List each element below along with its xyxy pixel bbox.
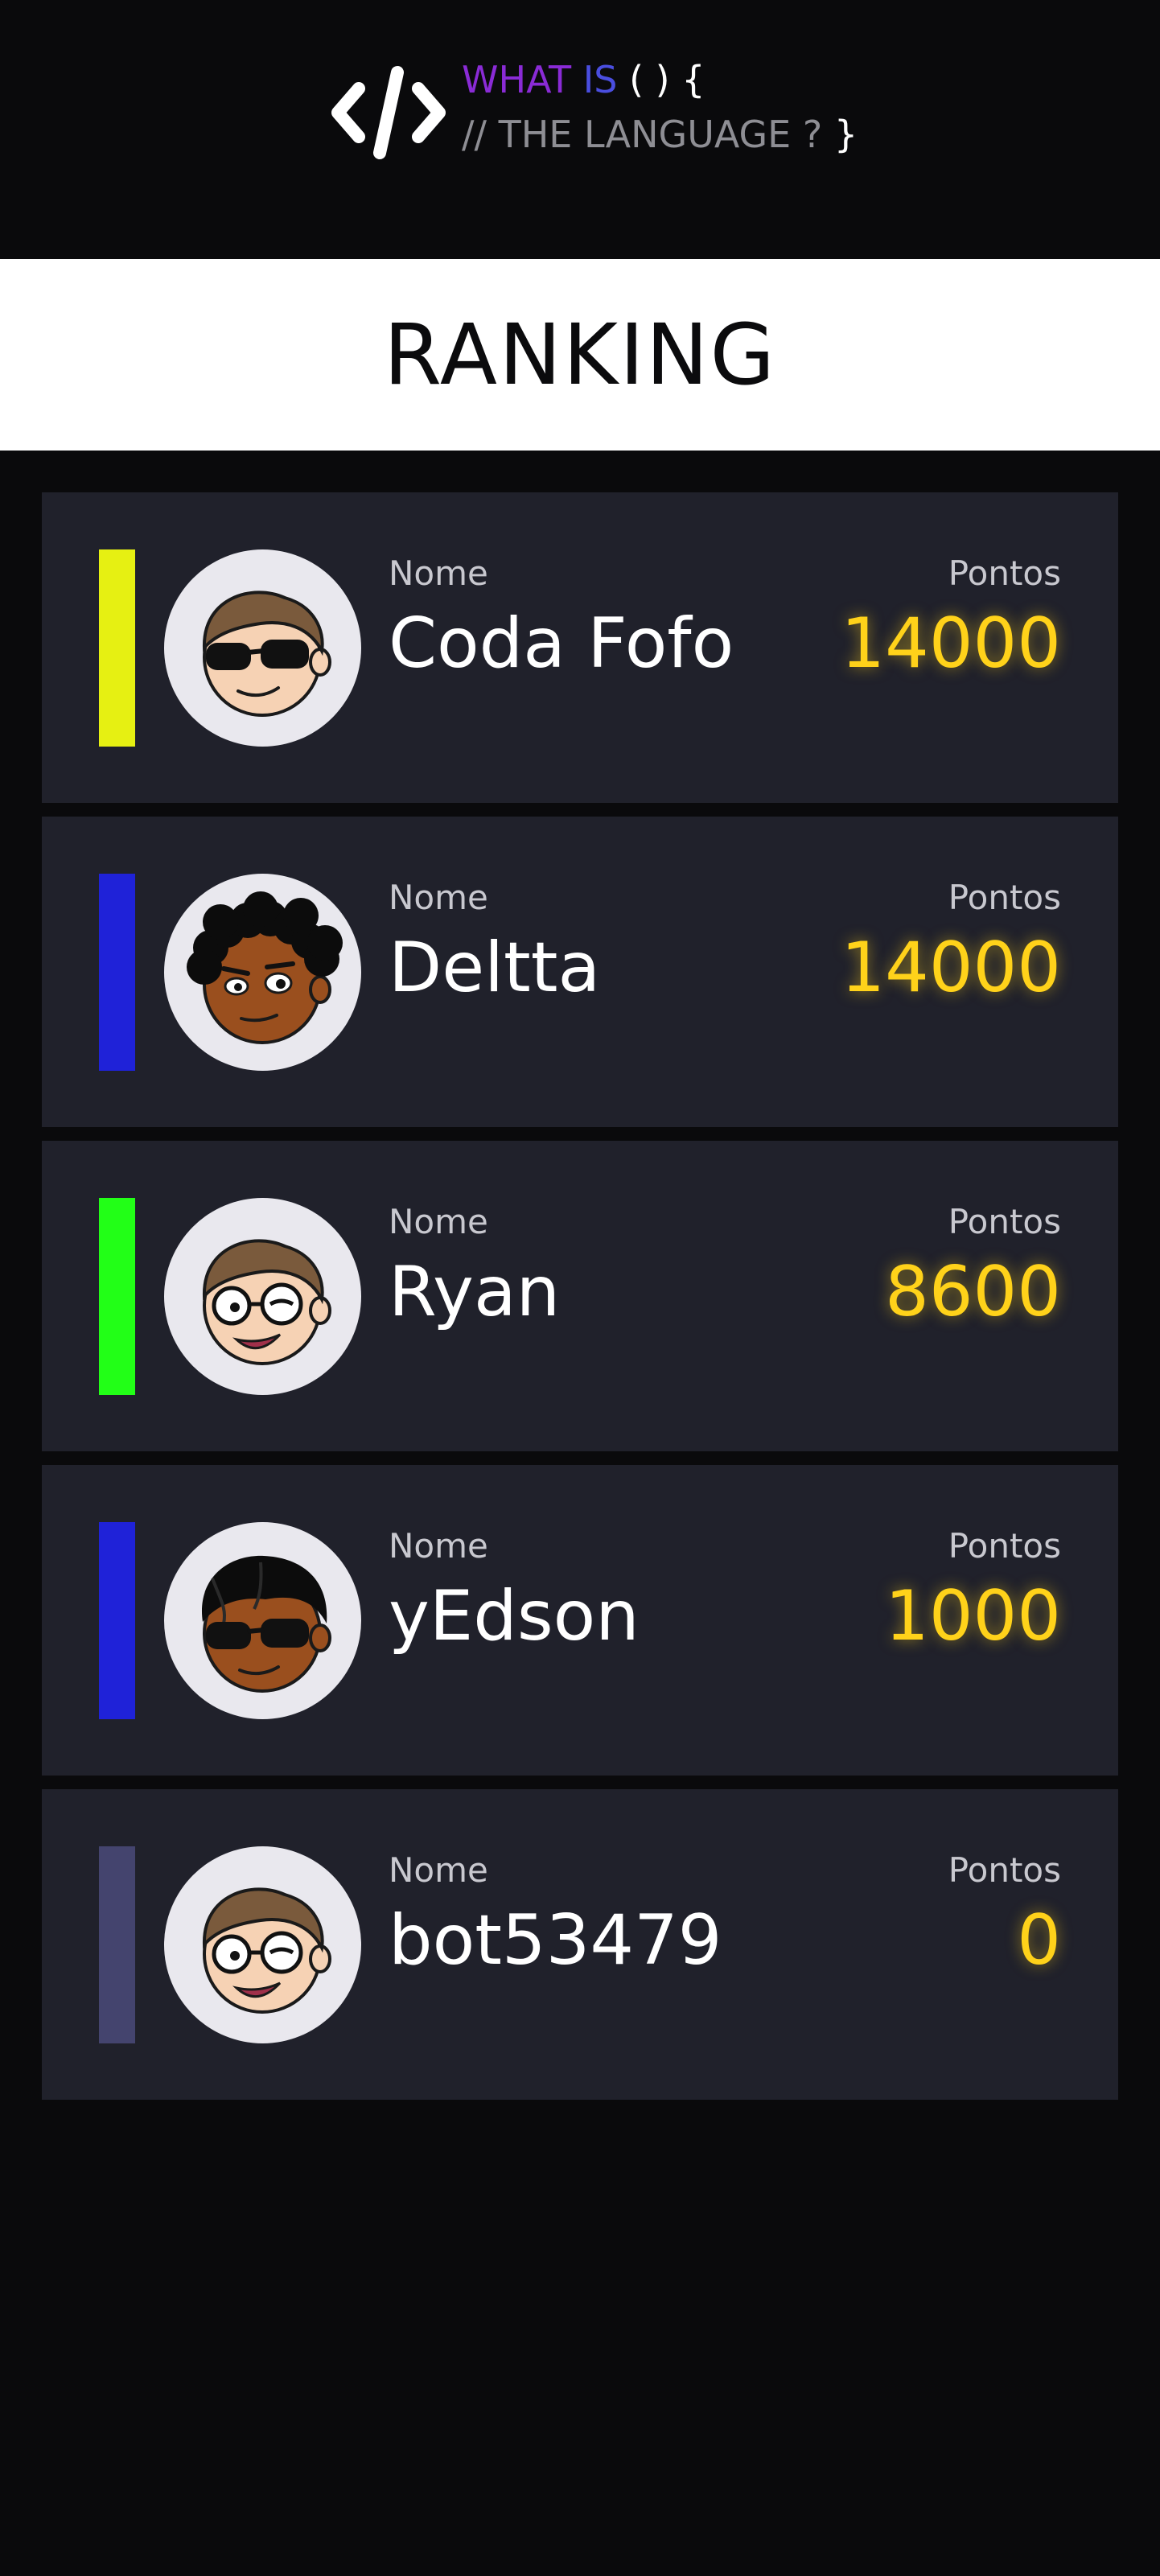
ranking-card: Nome Coda Fofo Pontos 14000: [42, 492, 1118, 803]
avatar: [164, 1522, 361, 1719]
avatar: [164, 1846, 361, 2043]
ranking-card: Nome Deltta Pontos 14000: [42, 817, 1118, 1127]
points-label: Pontos: [948, 1202, 1061, 1241]
player-name: Coda Fofo: [389, 603, 734, 684]
avatar-curly-dark-icon: [187, 891, 343, 1044]
player-name: bot53479: [389, 1900, 722, 1981]
name-label: Nome: [389, 553, 488, 593]
logo-braces: ( ) {: [629, 58, 705, 101]
player-name: Deltta: [389, 928, 601, 1008]
avatar-glasses-light-icon: [202, 1887, 331, 2014]
name-label: Nome: [389, 1202, 488, 1241]
logo-is: IS: [582, 58, 618, 101]
logo-comment: // THE LANGUAGE ?: [462, 113, 823, 156]
avatar: [164, 1198, 361, 1395]
avatar: [164, 874, 361, 1071]
logo-title-line2: // THE LANGUAGE ? }: [462, 113, 858, 156]
points-label: Pontos: [948, 878, 1061, 917]
name-label: Nome: [389, 1526, 488, 1566]
ranking-list: Nome Coda Fofo Pontos 14000 Nome Deltta Pontos…: [42, 492, 1118, 2113]
logo-title-line1: WHAT IS ( ) {: [462, 58, 705, 101]
player-name: yEdson: [389, 1576, 640, 1656]
code-brackets-icon: [331, 66, 446, 159]
rank-color-stripe: [99, 549, 135, 747]
avatar: [164, 549, 361, 747]
logo-what: WHAT: [462, 58, 572, 101]
player-points: 8600: [885, 1252, 1061, 1332]
logo-close-brace: }: [833, 113, 858, 156]
name-label: Nome: [389, 878, 488, 917]
ranking-card: Nome bot53479 Pontos 0: [42, 1789, 1118, 2100]
page-title-bar: RANKING: [0, 259, 1160, 451]
player-points: 0: [1017, 1900, 1061, 1981]
rank-color-stripe: [99, 1846, 135, 2043]
ranking-card: Nome yEdson Pontos 1000: [42, 1465, 1118, 1776]
avatar-sunglasses-light-icon: [202, 591, 331, 717]
logo-header: WHAT IS ( ) { // THE LANGUAGE ? }: [0, 0, 1160, 259]
player-points: 14000: [841, 928, 1061, 1008]
player-name: Ryan: [389, 1252, 561, 1332]
player-points: 14000: [841, 603, 1061, 684]
points-label: Pontos: [948, 553, 1061, 593]
rank-color-stripe: [99, 1522, 135, 1719]
rank-color-stripe: [99, 1198, 135, 1395]
page-title: RANKING: [383, 306, 777, 404]
name-label: Nome: [389, 1850, 488, 1890]
avatar-sunglasses-dark-icon: [201, 1555, 331, 1693]
points-label: Pontos: [948, 1850, 1061, 1890]
points-label: Pontos: [948, 1526, 1061, 1566]
player-points: 1000: [885, 1576, 1061, 1656]
avatar-glasses-light-icon: [202, 1239, 331, 1365]
rank-color-stripe: [99, 874, 135, 1071]
ranking-card: Nome Ryan Pontos 8600: [42, 1141, 1118, 1451]
